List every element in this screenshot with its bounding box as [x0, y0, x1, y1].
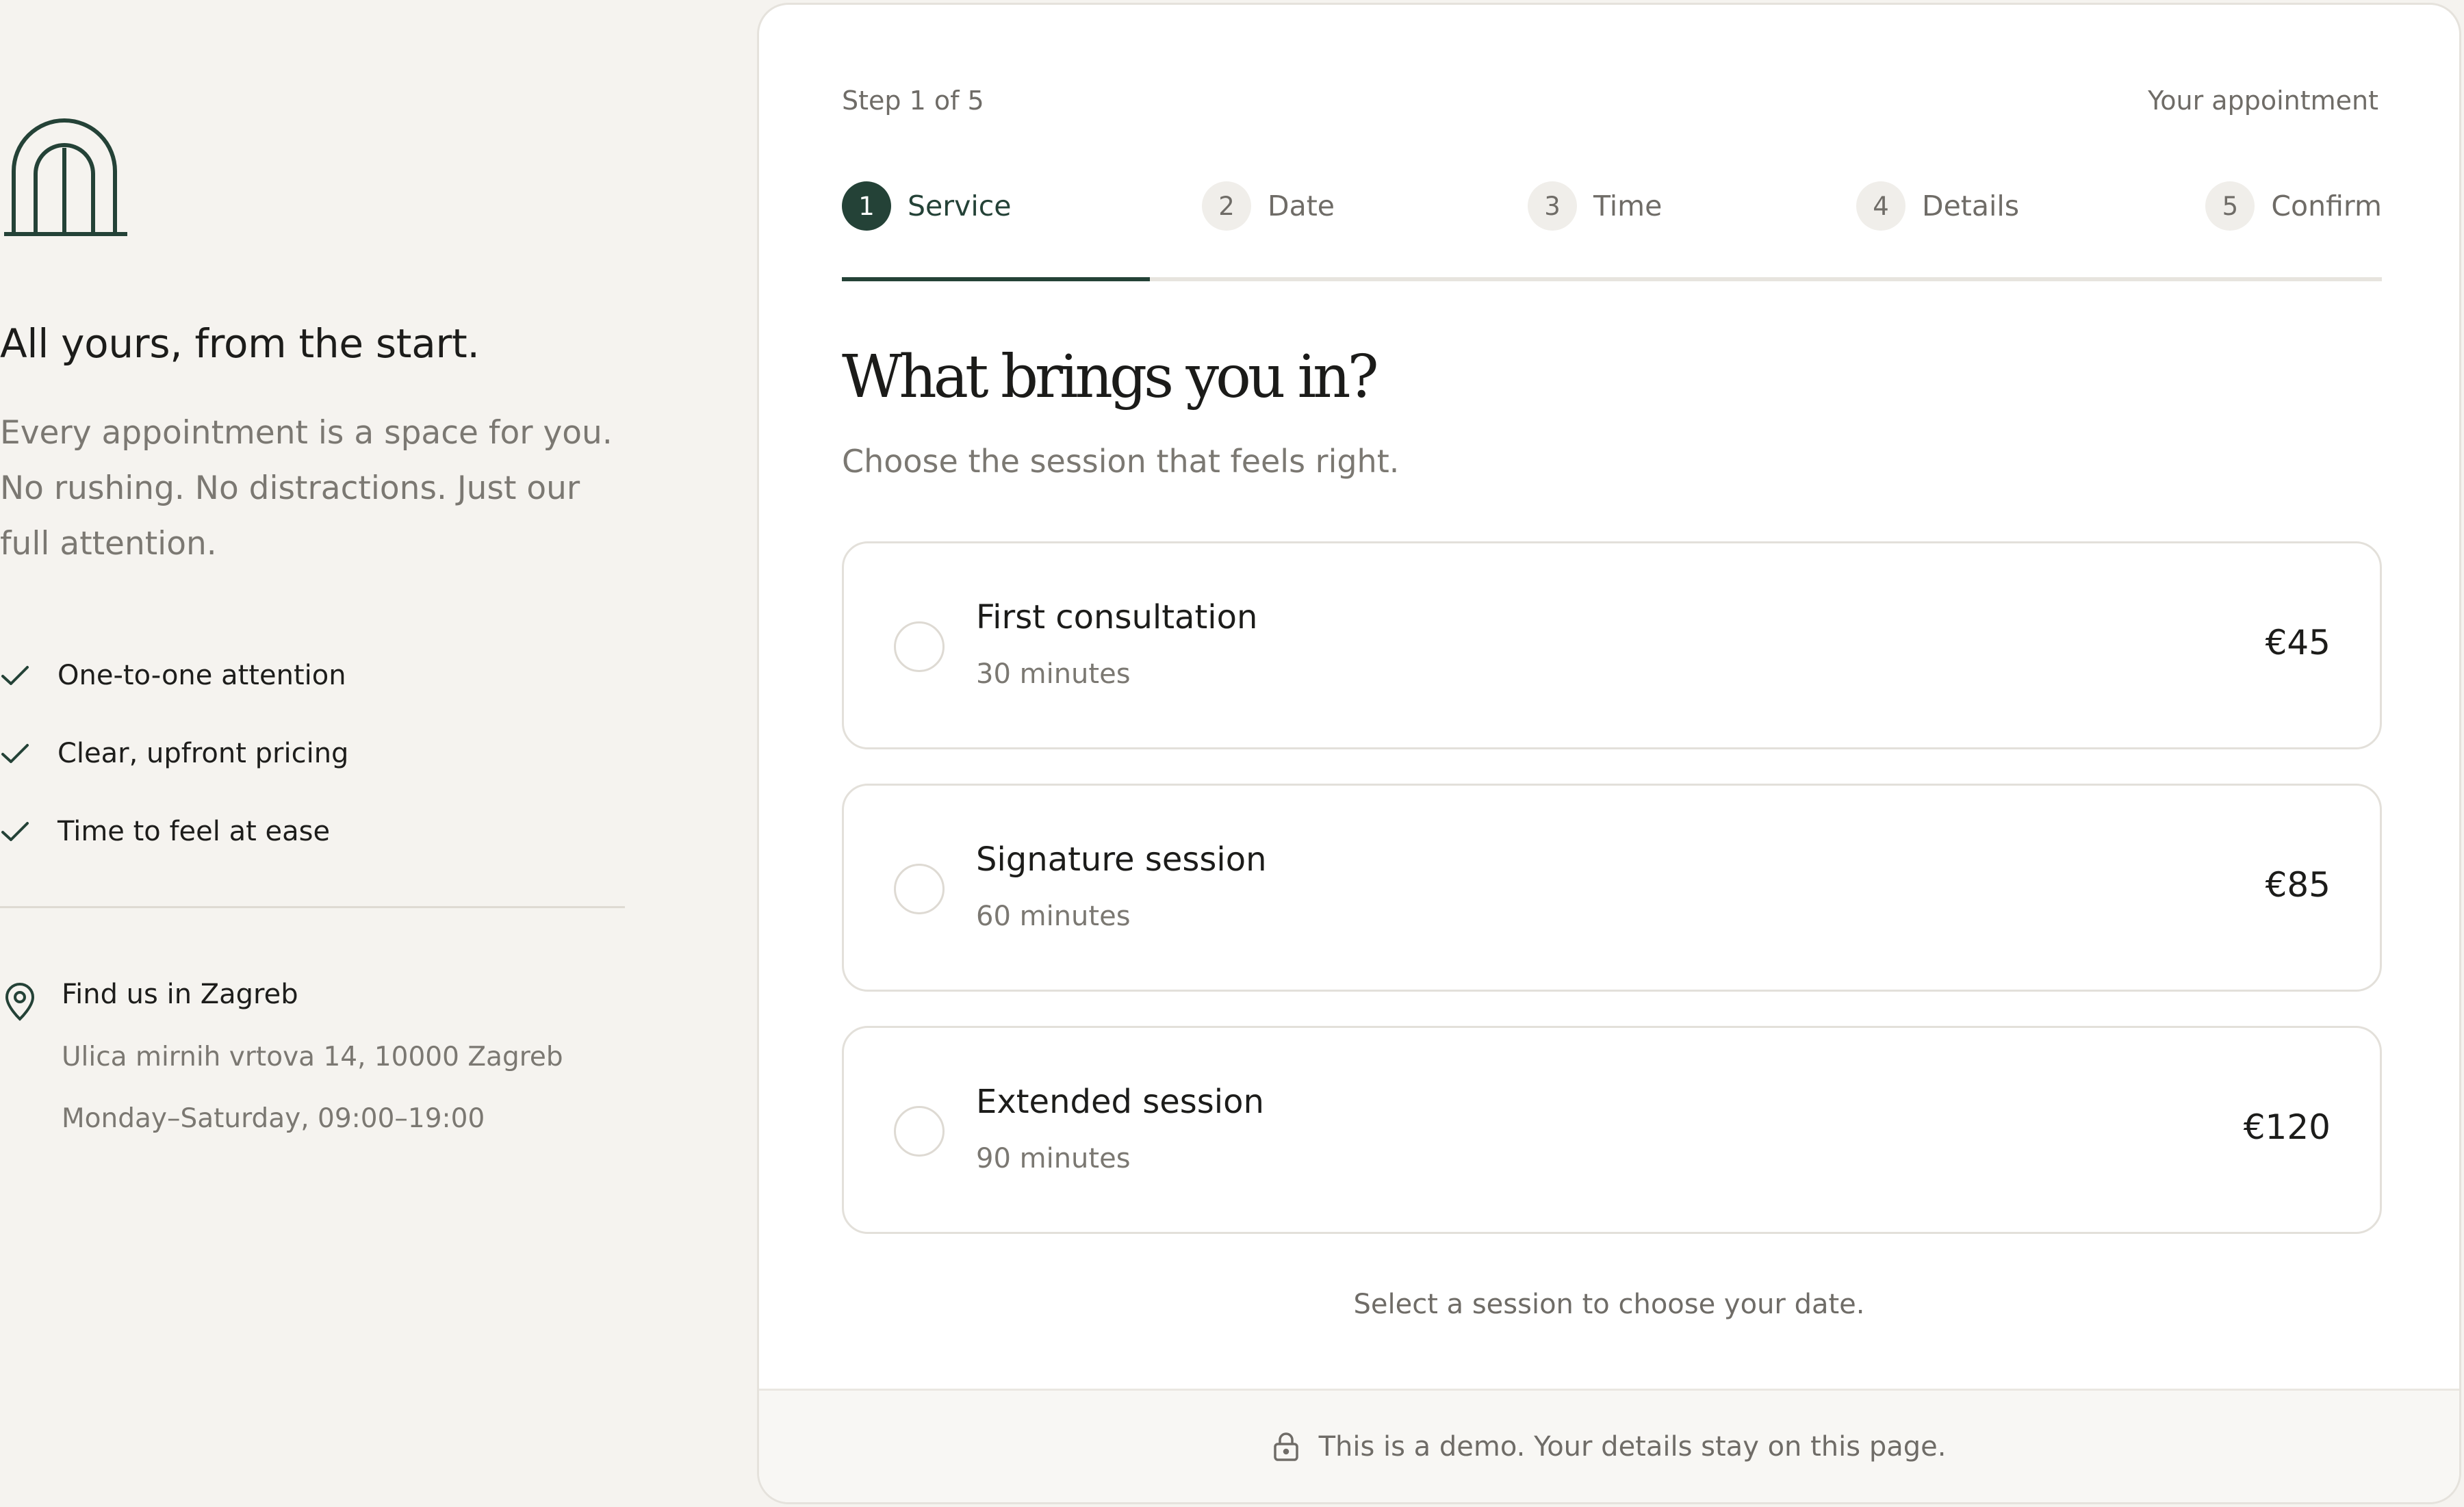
- step-label: Details: [1922, 190, 2020, 222]
- intro-text: Every appointment is a space for you. No…: [0, 405, 630, 571]
- booking-card: Step 1 of 5 Your appointment 1 Service 2…: [757, 3, 2461, 1504]
- page-subtitle: Choose the session that feels right.: [842, 443, 1400, 480]
- demo-notice-text: This is a demo. Your details stay on thi…: [1318, 1430, 1947, 1463]
- demo-notice: This is a demo. Your details stay on thi…: [759, 1389, 2459, 1502]
- session-duration: 60 minutes: [976, 901, 1131, 932]
- step-date[interactable]: 2 Date: [1202, 179, 1335, 233]
- feature-item: Clear, upfront pricing: [0, 714, 348, 793]
- session-title: Extended session: [976, 1083, 1264, 1121]
- stepper: 1 Service 2 Date 3 Time 4 Details 5 Conf…: [842, 179, 2382, 233]
- session-option-extended[interactable]: Extended session 90 minutes €120: [842, 1026, 2382, 1234]
- feature-label: One-to-one attention: [57, 660, 346, 691]
- intro-line: No rushing. No distractions. Just our: [0, 469, 580, 507]
- tagline: All yours, from the start.: [0, 320, 480, 367]
- session-price: €45: [2265, 623, 2331, 662]
- intro-line: full attention.: [0, 525, 217, 563]
- step-time[interactable]: 3 Time: [1528, 179, 1662, 233]
- step-label: Service: [908, 190, 1012, 222]
- feature-item: One-to-one attention: [0, 636, 348, 714]
- location-title: Find us in Zagreb: [62, 979, 298, 1010]
- step-confirm[interactable]: 5 Confirm: [2205, 179, 2382, 233]
- feature-label: Clear, upfront pricing: [57, 738, 349, 769]
- selection-hint: Select a session to choose your date.: [1353, 1289, 1865, 1320]
- step-number: 5: [2205, 181, 2255, 231]
- step-counter: Step 1 of 5: [842, 86, 984, 116]
- session-title: First consultation: [976, 598, 1258, 636]
- opening-hours: Monday–Saturday, 09:00–19:00: [62, 1103, 485, 1134]
- step-details[interactable]: 4 Details: [1856, 179, 2019, 233]
- feature-item: Time to feel at ease: [0, 793, 348, 871]
- step-number: 1: [842, 181, 891, 231]
- session-option-signature[interactable]: Signature session 60 minutes €85: [842, 784, 2382, 992]
- progress-bar: [842, 277, 2382, 281]
- check-icon: [1, 744, 29, 763]
- feature-list: One-to-one attention Clear, upfront pric…: [0, 636, 348, 871]
- intro-line: Every appointment is a space for you.: [0, 414, 613, 452]
- divider: [0, 906, 625, 908]
- session-duration: 90 minutes: [976, 1143, 1131, 1174]
- step-number: 3: [1528, 181, 1577, 231]
- session-price: €120: [2243, 1107, 2331, 1147]
- progress-fill: [842, 277, 1150, 281]
- map-pin-icon: [5, 983, 35, 1021]
- step-service[interactable]: 1 Service: [842, 179, 1012, 233]
- session-title: Signature session: [976, 840, 1267, 879]
- your-appointment-link[interactable]: Your appointment: [2148, 86, 2378, 116]
- step-label: Date: [1268, 190, 1335, 222]
- radio-button[interactable]: [894, 864, 945, 914]
- radio-button[interactable]: [894, 1106, 945, 1157]
- session-duration: 30 minutes: [976, 658, 1131, 690]
- session-price: €85: [2265, 865, 2331, 905]
- check-icon: [1, 822, 29, 841]
- radio-button[interactable]: [894, 621, 945, 672]
- info-panel: All yours, from the start. Every appoint…: [0, 0, 684, 1507]
- step-number: 4: [1856, 181, 1905, 231]
- arch-logo-icon: [4, 118, 127, 236]
- step-number: 2: [1202, 181, 1251, 231]
- step-label: Confirm: [2271, 190, 2382, 222]
- step-label: Time: [1593, 190, 1663, 222]
- check-icon: [1, 666, 29, 685]
- location-address: Ulica mirnih vrtova 14, 10000 Zagreb: [62, 1042, 563, 1072]
- feature-label: Time to feel at ease: [57, 816, 331, 847]
- session-option-first-consultation[interactable]: First consultation 30 minutes €45: [842, 541, 2382, 749]
- page-title: What brings you in?: [842, 343, 1379, 411]
- session-options: First consultation 30 minutes €45 Signat…: [842, 541, 2382, 1268]
- lock-icon: [1273, 1432, 1298, 1461]
